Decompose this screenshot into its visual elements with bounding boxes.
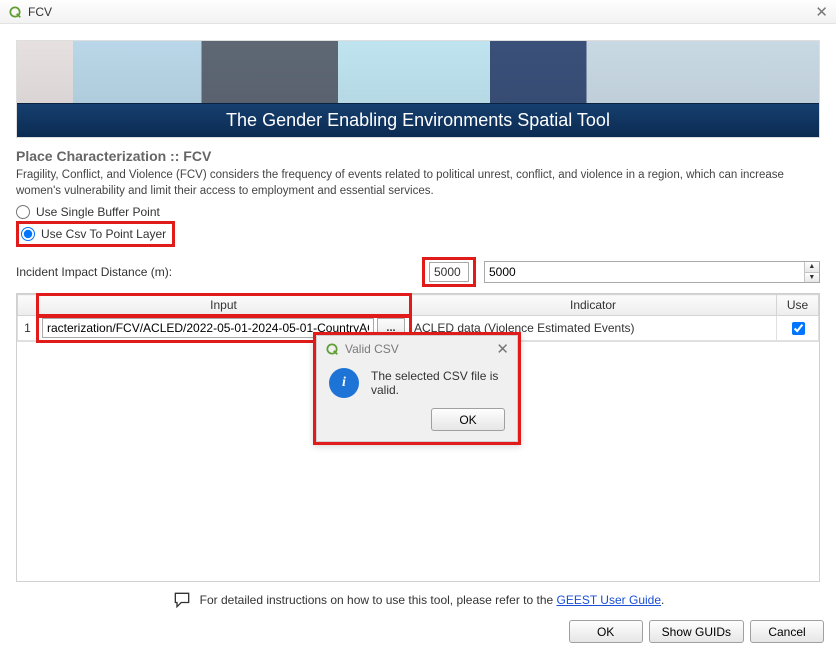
radio-single-buffer-label: Use Single Buffer Point: [36, 205, 160, 219]
window-title: FCV: [28, 5, 52, 19]
info-icon: i: [329, 368, 359, 398]
section-title: Place Characterization :: FCV: [16, 148, 820, 164]
guide-link[interactable]: GEEST User Guide: [557, 593, 661, 607]
col-header-indicator: Indicator: [410, 295, 777, 316]
radio-single-buffer[interactable]: Use Single Buffer Point: [16, 205, 820, 219]
banner-image: [17, 41, 819, 103]
dialog-message: The selected CSV file is valid.: [371, 369, 505, 397]
radio-csv-layer[interactable]: Use Csv To Point Layer: [21, 227, 166, 241]
valid-csv-dialog: Valid CSV ✕ i The selected CSV file is v…: [313, 332, 521, 445]
guide-row: For detailed instructions on how to use …: [12, 590, 824, 610]
col-header-use: Use: [777, 295, 819, 316]
banner: The Gender Enabling Environments Spatial…: [16, 40, 820, 138]
dialog-ok-button[interactable]: OK: [431, 408, 505, 431]
show-guids-button[interactable]: Show GUIDs: [649, 620, 744, 643]
distance-label: Incident Impact Distance (m):: [16, 265, 414, 279]
radio-csv-layer-label: Use Csv To Point Layer: [41, 227, 166, 241]
banner-title: The Gender Enabling Environments Spatial…: [17, 103, 819, 137]
dialog-close-icon[interactable]: ✕: [496, 340, 509, 358]
app-q-icon: [8, 5, 22, 19]
row-index: 1: [18, 316, 38, 341]
guide-punct: .: [661, 593, 664, 607]
col-header-input: Input: [38, 295, 410, 316]
guide-text-pre: For detailed instructions on how to use …: [200, 593, 557, 607]
use-checkbox[interactable]: [792, 322, 805, 335]
speech-bubble-icon: [172, 590, 192, 610]
titlebar: FCV ✕: [0, 0, 836, 24]
close-icon[interactable]: ✕: [815, 3, 828, 21]
ok-button[interactable]: OK: [569, 620, 643, 643]
dialog-title: Valid CSV: [345, 342, 399, 356]
distance-spinbox[interactable]: ▲ ▼: [484, 261, 820, 283]
dialog-q-icon: [325, 342, 339, 356]
cancel-button[interactable]: Cancel: [750, 620, 824, 643]
distance-value-display: 5000: [429, 262, 469, 282]
spin-up-icon[interactable]: ▲: [805, 262, 819, 272]
use-cell[interactable]: [777, 316, 819, 341]
distance-input[interactable]: [485, 263, 804, 281]
table-corner: [18, 295, 38, 316]
section-description: Fragility, Conflict, and Violence (FCV) …: [16, 168, 820, 199]
spin-down-icon[interactable]: ▼: [805, 272, 819, 283]
